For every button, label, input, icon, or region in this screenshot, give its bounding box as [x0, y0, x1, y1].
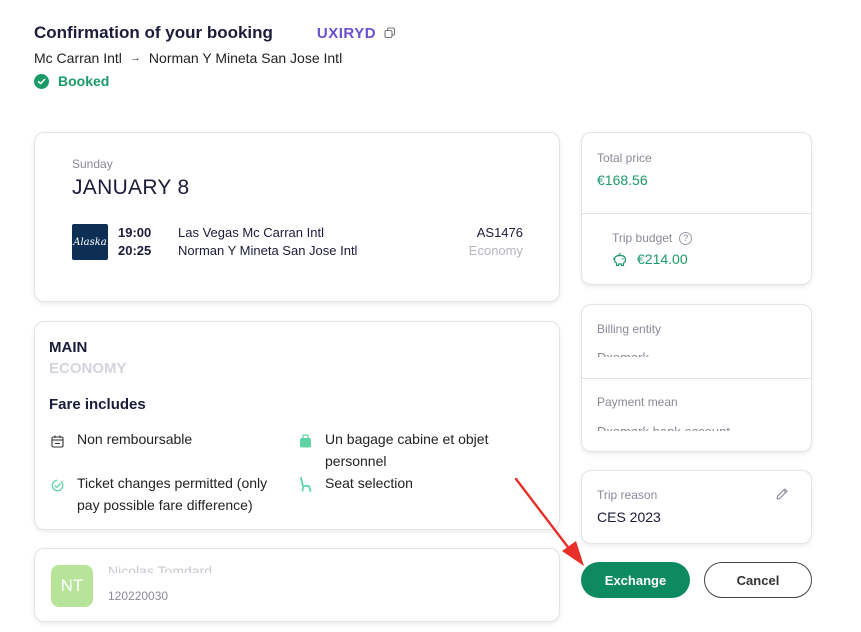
status-badge: Booked — [34, 71, 454, 91]
flight-number: AS1476 — [476, 225, 523, 240]
price-card: Total price €168.56 Trip budget ? €214.0… — [581, 132, 812, 285]
trip-budget-label: Trip budget ? — [612, 231, 693, 245]
payment-mean-label: Payment mean — [597, 395, 678, 409]
fare-feature-text: Ticket changes permitted (only pay possi… — [77, 475, 268, 513]
pencil-icon[interactable] — [775, 487, 789, 506]
arrival-airport: Norman Y Mineta San Jose Intl — [178, 243, 358, 258]
trip-reason-value: CES 2023 — [597, 509, 661, 525]
title-row: Confirmation of your booking UXIRYD — [34, 22, 454, 44]
fare-feature: Ticket changes permitted (only pay possi… — [51, 472, 291, 516]
billing-card: Billing entity Dxomark Payment mean Dxom… — [581, 304, 812, 452]
flight-number-block: AS1476 Economy — [469, 224, 523, 260]
calendar-icon — [51, 428, 77, 454]
fare-feature: Un bagage cabine et objet personnel — [299, 428, 529, 472]
arrow-right-icon: → — [129, 52, 141, 64]
ticket-change-icon — [51, 472, 77, 516]
cabin-class: Economy — [468, 243, 523, 258]
flight-date: JANUARY 8 — [72, 176, 190, 199]
fare-name: MAIN — [49, 339, 88, 356]
divider — [582, 378, 811, 379]
flight-times: 19:00 20:25 — [118, 224, 151, 260]
flight-airports: Las Vegas Mc Carran Intl Norman Y Mineta… — [178, 224, 357, 260]
trip-budget-label-text: Trip budget — [612, 231, 673, 245]
avatar-initials: NT — [60, 576, 84, 595]
departure-time: 19:00 — [118, 225, 152, 240]
fare-class: ECONOMY — [49, 360, 127, 377]
billing-entity-label: Billing entity — [597, 322, 662, 336]
origin-airport: Mc Carran Intl — [34, 50, 122, 66]
status-label: Booked — [58, 73, 110, 89]
trip-budget-value: €214.00 — [612, 251, 688, 267]
fare-feature: Seat selection — [299, 472, 529, 498]
payment-mean-value: Dxomark bank account — [597, 424, 730, 431]
piggy-bank-icon — [612, 252, 629, 267]
traveler-card[interactable]: NT Nicolas Tomdard 120220030 — [34, 548, 560, 622]
fare-includes-heading: Fare includes — [49, 396, 146, 413]
bag-icon — [299, 428, 325, 472]
fare-feature: Non remboursable — [51, 428, 281, 454]
fare-feature-text: Non remboursable — [77, 431, 193, 447]
seat-icon — [299, 472, 325, 498]
destination-airport: Norman Y Mineta San Jose Intl — [148, 50, 343, 66]
check-circle-icon — [34, 73, 49, 89]
route-summary: Mc Carran Intl → Norman Y Mineta San Jos… — [34, 48, 454, 68]
trip-reason-label: Trip reason — [597, 488, 658, 502]
airline-logo-text: Alaska — [73, 236, 107, 248]
arrival-time: 20:25 — [118, 243, 152, 258]
flight-card: Sunday JANUARY 8 Alaska 19:00 20:25 Las … — [34, 132, 560, 302]
departure-airport: Las Vegas Mc Carran Intl — [178, 225, 324, 240]
total-price-value: €168.56 — [597, 172, 648, 188]
airline-logo: Alaska — [72, 224, 108, 260]
traveler-name: Nicolas Tomdard — [108, 563, 213, 573]
exchange-button[interactable]: Exchange — [581, 562, 690, 598]
booking-reference: UXIRYD — [316, 24, 377, 42]
traveler-id: 120220030 — [108, 589, 169, 603]
cancel-button[interactable]: Cancel — [704, 562, 812, 598]
page-title: Confirmation of your booking — [34, 23, 273, 42]
billing-entity-value: Dxomark — [597, 350, 649, 357]
trip-budget-amount: €214.00 — [637, 251, 688, 267]
divider — [582, 213, 811, 214]
fare-card: MAIN ECONOMY Fare includes Non remboursa… — [34, 321, 560, 530]
flight-day: Sunday — [72, 157, 113, 171]
copy-icon[interactable] — [384, 27, 396, 39]
fare-feature-text: Seat selection — [325, 475, 413, 491]
booking-header: Confirmation of your booking UXIRYD Mc C… — [34, 22, 454, 91]
help-icon[interactable]: ? — [679, 231, 693, 245]
trip-reason-card: Trip reason CES 2023 — [581, 470, 812, 544]
total-price-label: Total price — [597, 151, 652, 165]
avatar: NT — [51, 565, 93, 607]
fare-feature-text: Un bagage cabine et objet personnel — [325, 431, 489, 469]
